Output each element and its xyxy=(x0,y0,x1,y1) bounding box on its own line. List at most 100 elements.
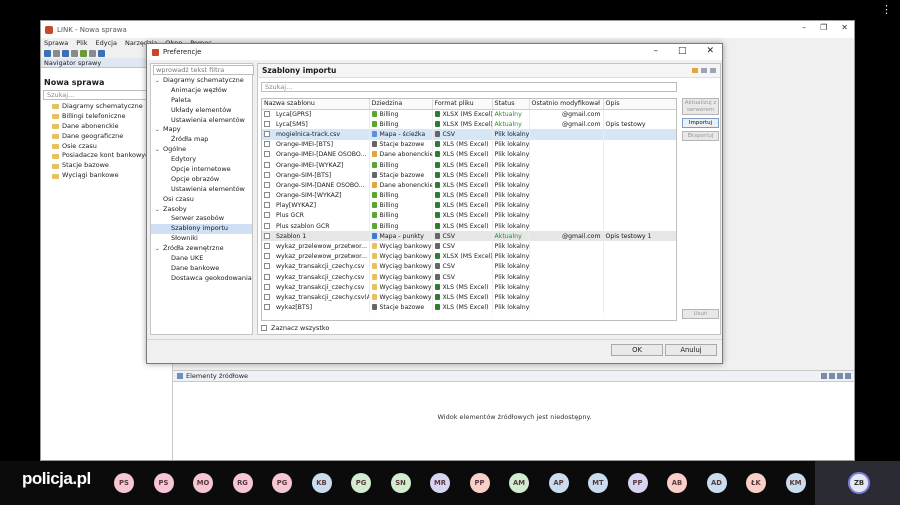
participant-avatar[interactable]: MO xyxy=(193,473,213,493)
table-row[interactable]: Lyca[SMS] Billing XLSX (MS Excel) Aktualny @… xyxy=(262,119,676,130)
table-row[interactable]: wykaz_transakcji_czechy.csv Wyciąg bankow… xyxy=(262,272,676,283)
row-checkbox[interactable] xyxy=(264,222,270,229)
dropdown-icon[interactable] xyxy=(89,49,96,57)
chevron-down-icon[interactable]: ⌄ xyxy=(155,206,163,216)
menu-item[interactable]: Edycja xyxy=(96,38,117,48)
close-icon[interactable]: ✕ xyxy=(706,46,714,56)
chevron-down-icon[interactable]: ⌄ xyxy=(155,146,163,156)
chevron-down-icon[interactable]: ⌄ xyxy=(155,245,163,255)
participant-avatar[interactable]: KB xyxy=(311,473,332,493)
column-header-status[interactable]: Status xyxy=(492,99,530,110)
templates-search-input[interactable]: Szukaj... xyxy=(261,82,677,92)
export-button[interactable]: Eksportuj xyxy=(682,131,719,141)
filter-icon[interactable] xyxy=(829,373,835,379)
row-checkbox[interactable] xyxy=(264,202,270,209)
self-avatar[interactable]: ZB xyxy=(848,472,870,494)
table-row[interactable]: Orange-IMEI-[BTS] Stacje bazowe XLS (MS Ex… xyxy=(262,139,676,150)
minimize-icon[interactable]: – xyxy=(802,23,806,32)
save-icon[interactable] xyxy=(62,49,69,57)
tree-item[interactable]: ⌄ Źródła zewnętrzne xyxy=(151,244,252,254)
participant-avatar[interactable]: MR xyxy=(430,473,450,493)
row-checkbox[interactable] xyxy=(264,171,270,178)
row-checkbox[interactable] xyxy=(264,243,270,250)
chevron-down-icon[interactable]: ⌄ xyxy=(155,126,163,136)
participant-avatar[interactable]: AB xyxy=(667,473,687,493)
participant-avatar[interactable]: MT xyxy=(588,473,608,493)
participant-avatar[interactable]: RG xyxy=(232,473,253,493)
participant-avatar[interactable]: ŁK xyxy=(746,473,766,493)
row-checkbox[interactable] xyxy=(264,273,270,280)
filter-input[interactable]: wprowadź tekst filtra xyxy=(153,65,254,75)
table-row[interactable]: Plus GCR Billing XLS (MS Excel) Plik lokaln… xyxy=(262,210,676,222)
table-row[interactable]: wykaz_transakcji_czechy.csv Wyciąg bankow… xyxy=(262,282,676,293)
row-checkbox[interactable] xyxy=(264,120,270,127)
forward-arrow-icon[interactable] xyxy=(701,68,707,73)
update-from-server-button[interactable]: Aktualizuj z serwerem xyxy=(682,98,719,115)
table-row[interactable]: wykaz[BTS] Stacje bazowe XLS (MS Excel) Pli… xyxy=(262,302,676,313)
row-checkbox[interactable] xyxy=(264,110,270,117)
participant-avatar[interactable]: PG xyxy=(272,473,292,493)
tree-item[interactable]: ⌄ Diagramy schematyczne xyxy=(151,76,252,86)
tree-item[interactable]: Opcje obrazów xyxy=(151,175,252,185)
menu-item[interactable]: Sprawa xyxy=(44,38,68,48)
tree-item[interactable]: Paleta xyxy=(151,96,252,106)
print-icon[interactable] xyxy=(71,49,78,57)
table-row[interactable]: wykaz_transakcji_czechy.csv Wyciąg bankow… xyxy=(262,261,676,272)
tree-item[interactable]: Dane bankowe xyxy=(151,264,252,274)
tree-item[interactable]: Układy elementów xyxy=(151,106,252,116)
row-checkbox[interactable] xyxy=(264,151,270,158)
participant-avatar[interactable]: AP xyxy=(548,473,569,493)
more-options-icon[interactable]: ⋮ xyxy=(881,3,892,16)
table-row[interactable]: wykaz_przelewow_przetwor... Wyciąg bankow… xyxy=(262,251,676,262)
select-all-checkbox[interactable] xyxy=(261,325,267,331)
tree-item[interactable]: ⌄ Ogólne xyxy=(151,145,252,155)
search-tool-icon[interactable] xyxy=(98,49,105,57)
tree-item[interactable]: Ustawienia elementów xyxy=(151,185,252,195)
menu-dropdown-icon[interactable] xyxy=(710,68,716,73)
table-row[interactable]: Orange-SIM-[BTS] Stacje bazowe XLS (MS Exc… xyxy=(262,170,676,181)
row-checkbox[interactable] xyxy=(264,161,270,168)
tree-item[interactable]: Osi czasu xyxy=(151,195,252,205)
participant-avatar[interactable]: PP xyxy=(627,473,648,493)
row-checkbox[interactable] xyxy=(264,293,270,300)
row-checkbox[interactable] xyxy=(264,283,270,290)
ok-button[interactable]: OK xyxy=(611,344,663,356)
tree-item[interactable]: Szablony importu xyxy=(151,224,252,235)
participant-avatar[interactable]: PG xyxy=(351,473,371,493)
tree-item[interactable]: Ustawienia elementów xyxy=(151,116,252,126)
tree-item[interactable]: Animacje węzłów xyxy=(151,86,252,96)
table-row[interactable]: Orange-SIM-[WYKAZ] Billing XLS (MS Excel) P… xyxy=(262,190,676,201)
participant-avatar[interactable]: AM xyxy=(509,473,529,493)
table-row[interactable]: Lyca[GPRS] Billing XLSX (MS Excel) Aktualny… xyxy=(262,109,676,120)
participant-avatar[interactable]: AD xyxy=(706,473,727,493)
back-arrow-icon[interactable] xyxy=(692,68,698,73)
participant-avatar[interactable]: SN xyxy=(390,473,411,493)
tree-item[interactable]: Edytory xyxy=(151,155,252,165)
chevron-down-icon[interactable]: ⌄ xyxy=(155,77,163,87)
minimize-panel-icon[interactable] xyxy=(837,373,843,379)
row-checkbox[interactable] xyxy=(264,141,270,148)
column-header-domain[interactable]: Dziedzina xyxy=(369,99,433,110)
select-all[interactable]: Zaznacz wszystko xyxy=(261,324,329,332)
table-row[interactable]: Play[WYKAZ] Billing XLS (MS Excel) Plik lok… xyxy=(262,200,676,211)
new-icon[interactable] xyxy=(44,49,51,57)
run-icon[interactable] xyxy=(80,49,87,57)
tree-item[interactable]: Dane UKE xyxy=(151,254,252,264)
column-header-description[interactable]: Opis xyxy=(603,99,676,110)
table-row[interactable]: Orange-IMEI-[WYKAZ] Billing XLS (MS Excel)… xyxy=(262,159,676,171)
table-row[interactable]: wykaz_transakcji_czechy.csv(A... Wyciąg b… xyxy=(262,292,676,303)
tree-item[interactable]: Dostawca geokodowania xyxy=(151,274,252,284)
maximize-icon[interactable]: □ xyxy=(678,46,687,56)
row-checkbox[interactable] xyxy=(264,304,270,311)
maximize-panel-icon[interactable] xyxy=(845,373,851,379)
tree-item[interactable]: Serwer zasobów xyxy=(151,214,252,224)
participant-avatar[interactable]: PS xyxy=(153,473,174,493)
row-checkbox[interactable] xyxy=(264,212,270,219)
tree-item[interactable]: ⌄ Zasoby xyxy=(151,205,252,215)
close-icon[interactable]: ✕ xyxy=(841,23,848,32)
participant-avatar[interactable]: PP xyxy=(469,473,490,493)
open-icon[interactable] xyxy=(53,49,60,57)
row-checkbox[interactable] xyxy=(264,263,270,270)
row-checkbox[interactable] xyxy=(264,253,270,260)
row-checkbox[interactable] xyxy=(264,181,270,188)
